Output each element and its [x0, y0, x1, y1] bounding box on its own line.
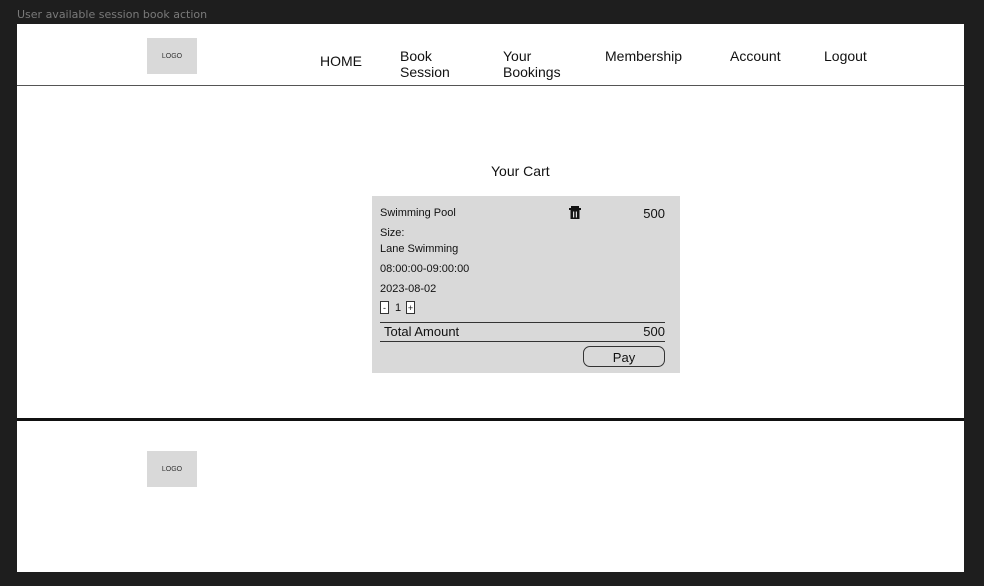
quantity-value: 1	[395, 302, 402, 314]
nav-account[interactable]: Account	[730, 48, 781, 64]
quantity-decrease-button[interactable]: -	[380, 301, 389, 314]
item-size-label: Size:	[380, 227, 405, 239]
item-date: 2023-08-02	[380, 283, 437, 295]
logo-text: LOGO	[161, 465, 183, 473]
nav-book-session[interactable]: Book Session	[400, 48, 450, 80]
item-name: Swimming Pool	[380, 207, 456, 219]
nav-your-bookings[interactable]: Your Bookings	[503, 48, 561, 80]
quantity-increase-button[interactable]: +	[406, 301, 415, 314]
nav-home[interactable]: HOME	[320, 53, 362, 69]
item-price: 500	[643, 206, 665, 221]
cart-title: Your Cart	[491, 163, 550, 179]
item-size-value: Lane Swimming	[380, 243, 459, 255]
footer: LOGO	[17, 421, 964, 572]
total-value: 500	[643, 324, 665, 339]
page-frame: LOGO HOME Book Session Your Bookings Mem…	[17, 24, 964, 572]
nav-membership[interactable]: Membership	[605, 48, 682, 64]
total-label: Total Amount	[384, 324, 460, 339]
cart-panel: Swimming Pool 500 Size: Lane Swimming 08…	[372, 196, 680, 373]
trash-icon[interactable]	[569, 206, 581, 219]
header: LOGO HOME Book Session Your Bookings Mem…	[17, 24, 964, 86]
header-logo[interactable]: LOGO	[147, 38, 197, 74]
footer-logo[interactable]: LOGO	[147, 451, 197, 487]
pay-button[interactable]: Pay	[583, 346, 665, 367]
nav-logout[interactable]: Logout	[824, 48, 867, 64]
total-row: Total Amount 500	[380, 322, 665, 342]
item-time: 08:00:00-09:00:00	[380, 263, 470, 275]
frame-label: User available session book action	[17, 8, 208, 21]
logo-text: LOGO	[161, 52, 183, 60]
